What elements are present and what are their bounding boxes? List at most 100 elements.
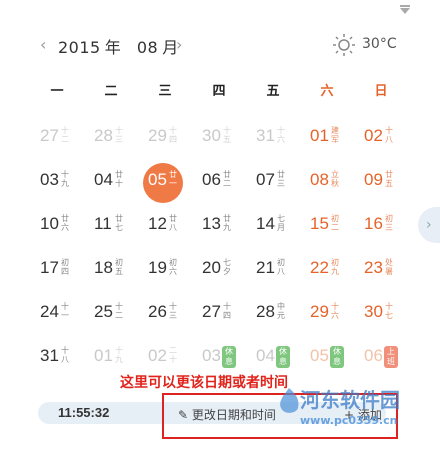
dropdown-menu-icon[interactable] — [400, 5, 410, 14]
prev-month-button[interactable]: ‹ — [40, 36, 46, 54]
day-cell[interactable]: 31 十八 — [30, 338, 84, 378]
day-cell[interactable]: 14 七月 — [246, 206, 300, 246]
holiday-badge: 上班 — [384, 346, 398, 368]
day-number: 11 — [94, 214, 112, 233]
day-number: 31 — [256, 126, 275, 145]
day-cell[interactable]: 28 十三 — [84, 118, 138, 158]
day-cell[interactable]: 09 廿五 — [354, 162, 408, 202]
day-number: 03 — [202, 346, 221, 365]
day-number: 30 — [202, 126, 221, 145]
day-cell[interactable]: 24 十一 — [30, 294, 84, 334]
annotation-text: 这里可以更该日期或者时间 — [120, 375, 288, 391]
day-cell[interactable]: 13 廿九 — [192, 206, 246, 246]
lunar-date: 初八 — [277, 258, 285, 276]
weekday-label: 一 — [50, 84, 64, 99]
day-cell[interactable]: 02 十八 — [354, 118, 408, 158]
lunar-date: 十九 — [61, 170, 69, 188]
weekday-label: 四 — [212, 84, 226, 99]
day-cell[interactable]: 17 初四 — [30, 250, 84, 290]
day-cell[interactable]: 22 初九 — [300, 250, 354, 290]
day-cell[interactable]: 19 初六 — [138, 250, 192, 290]
weekday-label: 五 — [266, 84, 280, 99]
lunar-date: 廿三 — [277, 170, 285, 188]
day-number: 29 — [310, 302, 329, 321]
day-number: 14 — [256, 214, 275, 233]
day-cell[interactable]: 05 休息 — [300, 338, 354, 378]
lunar-date: 廿五 — [385, 170, 393, 188]
day-number: 10 — [40, 214, 59, 233]
current-time: 11:55:32 — [58, 405, 110, 420]
day-number: 07 — [256, 170, 275, 189]
day-number: 19 — [148, 258, 167, 277]
day-number: 31 — [40, 346, 59, 365]
day-cell[interactable]: 29 十四 — [138, 118, 192, 158]
day-cell[interactable]: 20 七夕 — [192, 250, 246, 290]
day-cell[interactable]: 10 廿六 — [30, 206, 84, 246]
day-cell[interactable]: 08 立秋 — [300, 162, 354, 202]
day-cell[interactable]: 03 十九 — [30, 162, 84, 202]
day-cell[interactable]: 23 处暑 — [354, 250, 408, 290]
lunar-date: 初九 — [331, 258, 339, 276]
lunar-date: 廿六 — [61, 214, 69, 232]
day-cell[interactable]: 29 十六 — [300, 294, 354, 334]
year-month-label[interactable]: 2015 年 08 月 — [58, 34, 183, 58]
lunar-date: 十一 — [61, 302, 69, 320]
day-number: 04 — [94, 170, 113, 189]
day-number: 01 — [94, 346, 113, 365]
day-cell-today[interactable]: 05 廿一 — [138, 162, 192, 203]
day-cell[interactable]: 12 廿八 — [138, 206, 192, 246]
day-cell[interactable]: 26 十三 — [138, 294, 192, 334]
lunar-date: 十四 — [169, 126, 177, 144]
day-number: 26 — [148, 302, 167, 321]
lunar-date: 初二 — [331, 214, 339, 232]
lunar-date: 处暑 — [385, 258, 393, 276]
day-cell[interactable]: 30 十七 — [354, 294, 408, 334]
day-cell[interactable]: 28 中元 — [246, 294, 300, 334]
day-cell[interactable]: 04 廿十 — [84, 162, 138, 202]
day-cell[interactable]: 31 十六 — [246, 118, 300, 158]
day-cell[interactable]: 11 廿七 — [84, 206, 138, 246]
day-number: 23 — [364, 258, 383, 277]
sun-icon — [333, 34, 355, 56]
lunar-date: 十七 — [385, 302, 393, 320]
weekday-label: 日 — [374, 84, 388, 99]
day-number: 27 — [40, 126, 59, 145]
day-cell[interactable]: 06 上班 — [354, 338, 408, 378]
day-cell[interactable]: 06 廿二 — [192, 162, 246, 202]
lunar-date: 十六 — [331, 302, 339, 320]
watermark-logo-icon — [280, 388, 299, 413]
lunar-date: 廿九 — [223, 214, 231, 232]
lunar-date: 廿一 — [169, 170, 177, 188]
day-cell[interactable]: 07 廿三 — [246, 162, 300, 202]
day-cell[interactable]: 27 十二 — [30, 118, 84, 158]
day-cell[interactable]: 30 十五 — [192, 118, 246, 158]
weekday-label: 六 — [320, 84, 334, 99]
day-cell[interactable]: 16 初三 — [354, 206, 408, 246]
lunar-date: 廿二 — [223, 170, 231, 188]
weekday-label: 二 — [104, 84, 118, 99]
day-number: 21 — [256, 258, 275, 277]
day-number: 16 — [364, 214, 383, 233]
day-number: 24 — [40, 302, 59, 321]
day-number: 28 — [256, 302, 275, 321]
day-cell[interactable]: 18 初五 — [84, 250, 138, 290]
temperature-label: 30°C — [362, 36, 397, 52]
day-cell[interactable]: 15 初二 — [300, 206, 354, 246]
day-cell[interactable]: 21 初八 — [246, 250, 300, 290]
lunar-date: 十二 — [115, 302, 123, 320]
lunar-date: 二十 — [169, 346, 177, 364]
day-number: 05 — [310, 346, 329, 365]
day-number: 06 — [364, 346, 383, 365]
day-number: 06 — [202, 170, 221, 189]
next-month-button[interactable]: › — [176, 36, 182, 54]
day-number: 20 — [202, 258, 221, 277]
expand-panel-button[interactable]: › — [418, 207, 440, 243]
day-number: 29 — [148, 126, 167, 145]
day-number: 17 — [40, 258, 59, 277]
day-number: 02 — [148, 346, 167, 365]
day-cell[interactable]: 25 十二 — [84, 294, 138, 334]
day-number: 03 — [40, 170, 59, 189]
lunar-date: 十三 — [115, 126, 123, 144]
day-cell[interactable]: 01 建军 — [300, 118, 354, 158]
day-cell[interactable]: 27 十四 — [192, 294, 246, 334]
